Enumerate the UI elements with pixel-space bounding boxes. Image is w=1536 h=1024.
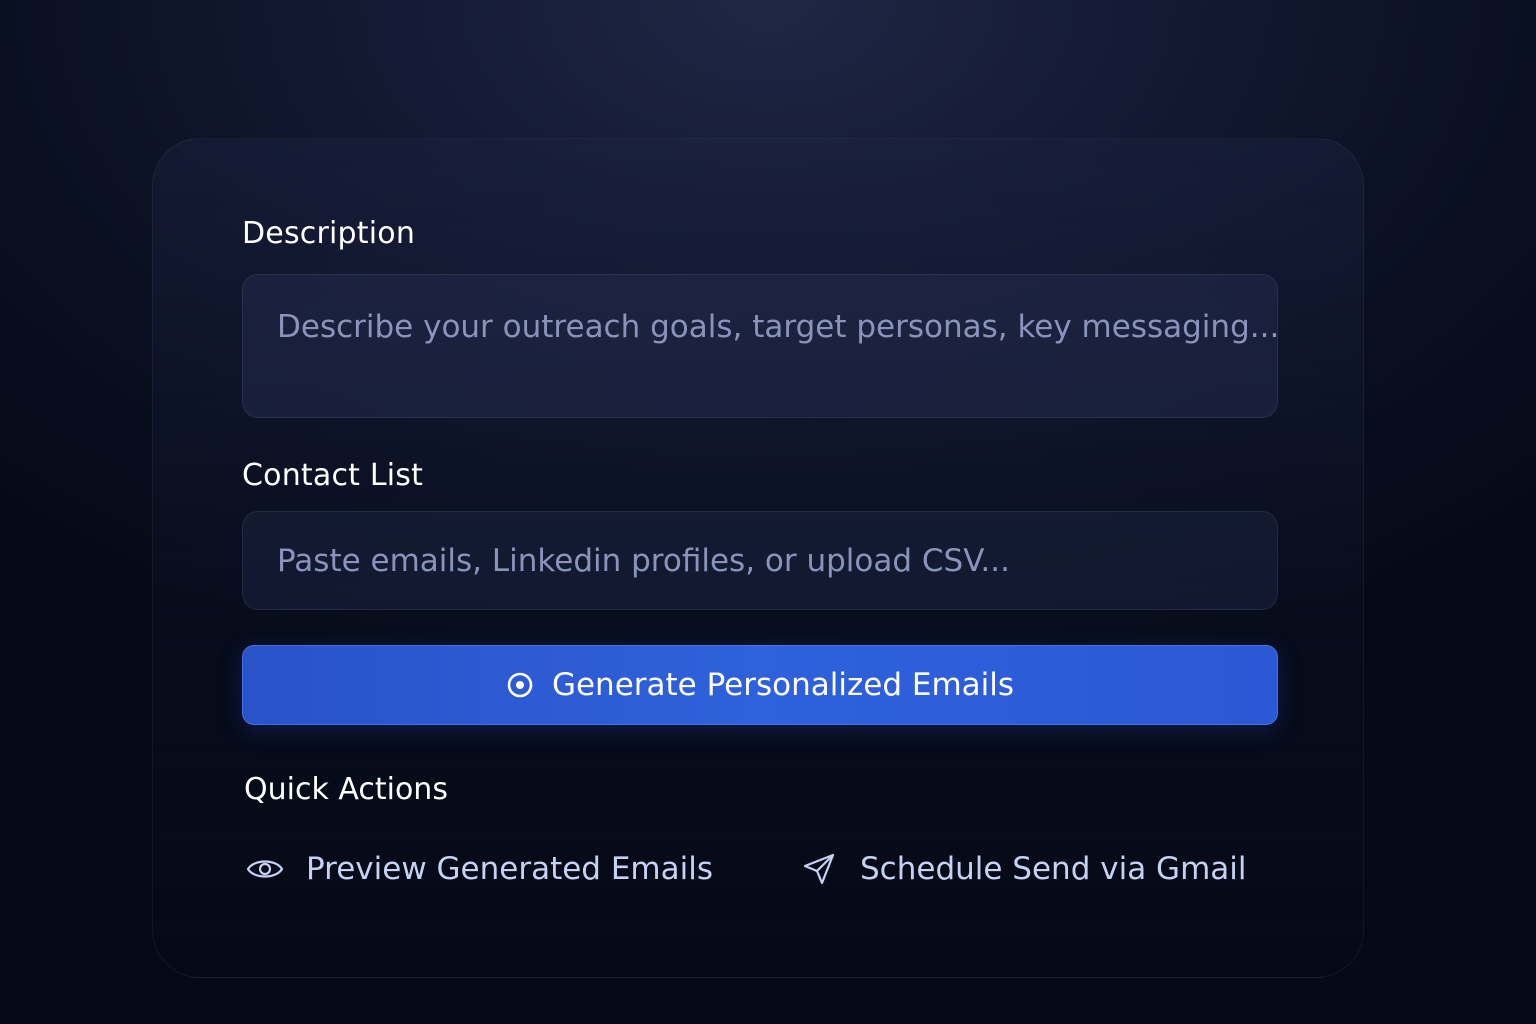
generate-emails-button[interactable]: Generate Personalized Emails [242, 645, 1278, 725]
description-textarea[interactable]: Describe your outreach goals, target per… [242, 274, 1278, 418]
send-icon [800, 850, 838, 888]
contact-list-placeholder: Paste emails, Linkedin profiles, or uplo… [277, 542, 1010, 579]
generate-emails-label: Generate Personalized Emails [551, 667, 1015, 703]
description-placeholder: Describe your outreach goals, target per… [277, 309, 1278, 345]
contact-list-input[interactable]: Paste emails, Linkedin profiles, or uplo… [242, 511, 1278, 610]
quick-actions-title: Quick Actions [244, 772, 448, 807]
target-icon [506, 671, 534, 699]
eye-icon [246, 850, 284, 888]
description-label: Description [242, 216, 416, 251]
preview-emails-label: Preview Generated Emails [306, 851, 713, 887]
schedule-send-label: Schedule Send via Gmail [860, 851, 1247, 887]
schedule-send-action[interactable]: Schedule Send via Gmail [800, 845, 1247, 893]
contact-list-label: Contact List [242, 458, 424, 493]
preview-emails-action[interactable]: Preview Generated Emails [246, 845, 713, 893]
